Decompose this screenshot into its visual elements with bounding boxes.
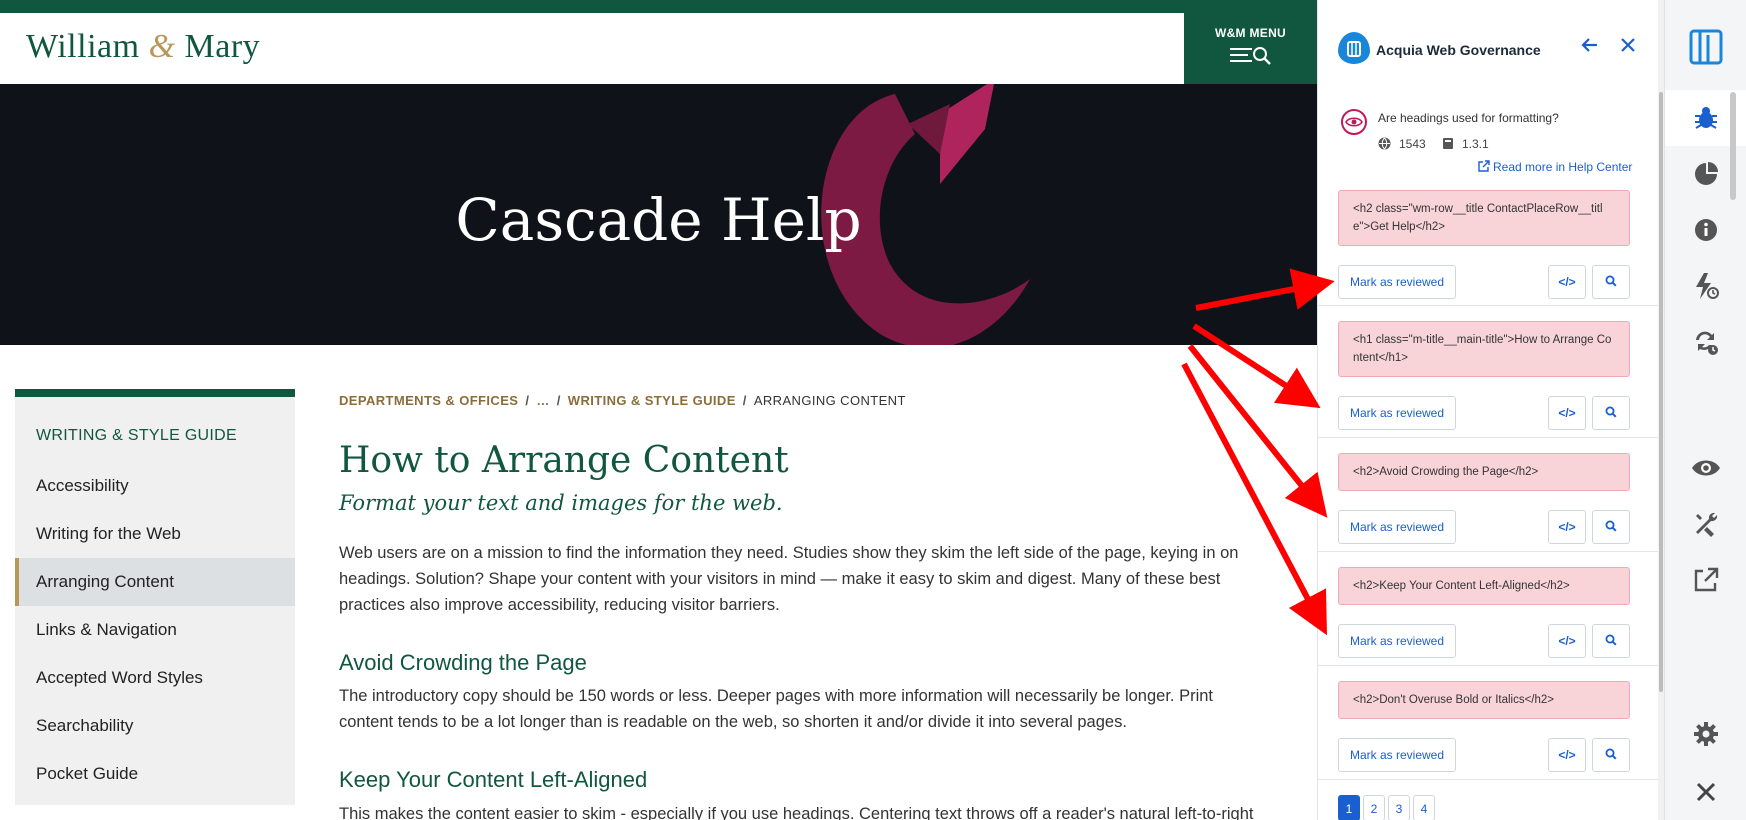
eye-icon <box>1341 109 1367 135</box>
top-stripe <box>0 0 1317 13</box>
page-button[interactable]: 1 <box>1338 795 1360 820</box>
logo-ampersand: & <box>148 28 176 65</box>
intro-paragraph: Web users are on a mission to find the i… <box>339 544 1239 614</box>
issue-code: <h2>Avoid Crowding the Page</h2> <box>1338 453 1630 491</box>
count-value: 1543 <box>1399 137 1426 151</box>
locate-search-icon[interactable] <box>1592 396 1630 430</box>
page-button[interactable]: 4 <box>1413 795 1435 820</box>
mark-reviewed-button[interactable]: Mark as reviewed <box>1338 396 1456 430</box>
breadcrumb-current: ARRANGING CONTENT <box>753 393 906 408</box>
globe-icon <box>1378 137 1391 150</box>
issue-item: <h2>Avoid Crowding the Page</h2> Mark as… <box>1318 438 1658 552</box>
help-link-label: Read more in Help Center <box>1493 160 1633 174</box>
issue-item: <h2 class="wm-row__title ContactPlaceRow… <box>1318 182 1658 306</box>
sidebar-item-writing-for-the-web[interactable]: Writing for the Web <box>15 510 295 558</box>
panel-header: Acquia Web Governance <box>1318 0 1658 100</box>
sidebar-item-accessibility[interactable]: Accessibility <box>15 462 295 510</box>
logo-left: William <box>26 28 140 65</box>
issue-item: <h1 class="m-title__main-title">How to A… <box>1318 306 1658 438</box>
view-code-icon[interactable]: </> <box>1548 738 1586 772</box>
lightning-icon[interactable] <box>1665 258 1746 314</box>
menu-label: W&M MENU <box>1214 26 1287 40</box>
gear-icon[interactable] <box>1665 706 1746 762</box>
sidebar-item-searchability[interactable]: Searchability <box>15 702 295 750</box>
issue-item: <h2>Don't Overuse Bold or Italics</h2> M… <box>1318 666 1658 780</box>
close-panel-icon[interactable] <box>1620 36 1636 59</box>
section-paragraph: This makes the content easier to skim - … <box>339 805 1254 820</box>
wcag-value: 1.3.1 <box>1462 137 1489 151</box>
pagination: 1234 <box>1338 795 1438 820</box>
view-code-icon[interactable]: </> <box>1548 510 1586 544</box>
issue-code: <h2>Don't Overuse Bold or Italics</h2> <box>1338 681 1630 719</box>
sidebar-heading[interactable]: WRITING & STYLE GUIDE <box>36 427 237 445</box>
locate-search-icon[interactable] <box>1592 624 1630 658</box>
breadcrumb-separator: / <box>742 393 747 408</box>
wm-menu-button[interactable]: W&M MENU <box>1184 13 1317 84</box>
mark-reviewed-button[interactable]: Mark as reviewed <box>1338 510 1456 544</box>
rail-scrollbar-thumb[interactable] <box>1730 92 1736 200</box>
breadcrumb-link[interactable]: WRITING & STYLE GUIDE <box>568 393 736 408</box>
website-viewport: William & Mary W&M MENU Cascade Help WRI… <box>0 0 1317 820</box>
breadcrumb-link[interactable]: … <box>536 393 549 408</box>
page-subtitle: Format your text and images for the web. <box>339 491 783 515</box>
section-heading: Avoid Crowding the Page <box>339 650 587 675</box>
check-question: Are headings used for formatting? 1543 1… <box>1318 104 1658 174</box>
refresh-icon[interactable] <box>1665 314 1746 370</box>
menu-search-icon <box>1229 47 1271 65</box>
help-center-link[interactable]: Read more in Help Center <box>1478 160 1632 174</box>
section-heading: Keep Your Content Left-Aligned <box>339 767 648 792</box>
issue-code: <h2>Keep Your Content Left-Aligned</h2> <box>1338 567 1630 605</box>
page-button[interactable]: 2 <box>1363 795 1385 820</box>
sidebar-item-pocket-guide[interactable]: Pocket Guide <box>15 750 295 798</box>
occurrence-count: 1543 <box>1378 137 1426 151</box>
external-link-icon <box>1478 160 1490 172</box>
close-icon[interactable] <box>1665 764 1746 820</box>
page: William & Mary W&M MENU Cascade Help WRI… <box>0 0 1746 820</box>
logo-right: Mary <box>184 28 261 65</box>
section-paragraph: The introductory copy should be 150 word… <box>339 687 1214 731</box>
hero-banner: Cascade Help <box>0 84 1317 345</box>
breadcrumb-separator: / <box>525 393 530 408</box>
issue-item: <h2>Keep Your Content Left-Aligned</h2> … <box>1318 552 1658 666</box>
book-icon <box>1443 138 1453 149</box>
external-link-icon[interactable] <box>1665 552 1746 608</box>
check-question-text: Are headings used for formatting? <box>1378 111 1559 125</box>
mark-reviewed-button[interactable]: Mark as reviewed <box>1338 738 1456 772</box>
hero-title: Cascade Help <box>455 186 862 254</box>
sidebar-item-links-navigation[interactable]: Links & Navigation <box>15 606 295 654</box>
section-sidebar: WRITING & STYLE GUIDE Accessibility Writ… <box>15 389 295 805</box>
panel-scrollbar-thumb[interactable] <box>1659 92 1663 692</box>
mark-reviewed-button[interactable]: Mark as reviewed <box>1338 624 1456 658</box>
wcag-reference: 1.3.1 <box>1442 137 1489 151</box>
acquia-logo-icon <box>1338 32 1370 64</box>
breadcrumb-link[interactable]: DEPARTMENTS & OFFICES <box>339 393 518 408</box>
mark-reviewed-button[interactable]: Mark as reviewed <box>1338 265 1456 299</box>
breadcrumb: DEPARTMENTS & OFFICES / … / WRITING & STYLE … <box>339 393 906 408</box>
locate-search-icon[interactable] <box>1592 510 1630 544</box>
locate-search-icon[interactable] <box>1592 265 1630 299</box>
view-code-icon[interactable]: </> <box>1548 396 1586 430</box>
page-button[interactable]: 3 <box>1388 795 1410 820</box>
locate-search-icon[interactable] <box>1592 738 1630 772</box>
panel-title: Acquia Web Governance <box>1376 42 1541 58</box>
back-arrow-icon[interactable] <box>1581 36 1599 60</box>
info-icon[interactable] <box>1665 202 1746 258</box>
page-title: How to Arrange Content <box>339 440 789 481</box>
sidebar-item-arranging-content[interactable]: Arranging Content <box>15 558 295 606</box>
wm-logo[interactable]: William & Mary <box>26 28 260 66</box>
acquia-panel: Acquia Web Governance Are headings used … <box>1317 0 1658 820</box>
sidebar-item-accepted-word-styles[interactable]: Accepted Word Styles <box>15 654 295 702</box>
acquia-brand-icon[interactable] <box>1665 18 1746 74</box>
issue-code: <h1 class="m-title__main-title">How to A… <box>1338 321 1630 377</box>
tools-icon[interactable] <box>1665 496 1746 552</box>
breadcrumb-separator: / <box>556 393 561 408</box>
view-code-icon[interactable]: </> <box>1548 265 1586 299</box>
view-code-icon[interactable]: </> <box>1548 624 1586 658</box>
issue-code: <h2 class="wm-row__title ContactPlaceRow… <box>1338 190 1630 246</box>
eye-icon[interactable] <box>1665 440 1746 496</box>
